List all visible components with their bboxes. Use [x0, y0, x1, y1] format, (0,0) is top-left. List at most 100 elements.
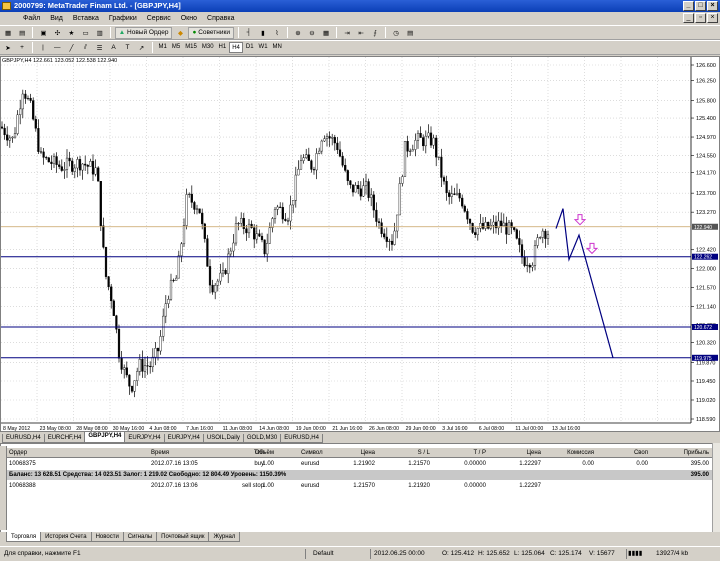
sell-arrow-icon[interactable] — [573, 214, 587, 226]
candle-body — [284, 218, 287, 221]
chart-tab[interactable]: EURJPY,H4 — [124, 434, 165, 443]
timeframe-d1[interactable]: D1 — [244, 42, 256, 53]
menu-item-6[interactable]: Справка — [202, 12, 239, 25]
templates-icon[interactable]: ▤ — [404, 27, 416, 39]
price-chart[interactable]: 126.600 126.250 125.800 125.400 124.970 124.5… — [0, 57, 719, 432]
timeframe-h4[interactable]: H4 — [229, 42, 243, 53]
cursor-icon[interactable]: ➤ — [2, 42, 14, 54]
candle-body — [128, 374, 131, 387]
menu-item-2[interactable]: Вставка — [68, 12, 104, 25]
candle-body — [151, 356, 154, 368]
chart-tab[interactable]: EURJPY,H4 — [163, 434, 204, 443]
timeframe-m1[interactable]: M1 — [157, 42, 169, 53]
timeframe-m15[interactable]: M15 — [183, 42, 199, 53]
price-tick-label: 124.170 — [696, 170, 716, 176]
table-cell: 1.00 — [262, 483, 274, 489]
candles-icon[interactable]: ▮ — [257, 27, 269, 39]
candle-body — [19, 108, 22, 116]
chart-tab[interactable]: EURCHF,H4 — [43, 434, 86, 443]
column-header: Своп — [633, 450, 648, 456]
vertical-line-icon[interactable]: | — [37, 42, 49, 54]
sell-arrow-icon[interactable] — [585, 242, 599, 255]
arrows-icon[interactable]: ↗ — [136, 42, 148, 54]
bar-chart-icon[interactable]: ┤ — [243, 27, 255, 39]
timeframe-mn[interactable]: MN — [271, 42, 284, 53]
metaeditor-icon[interactable]: ◆ — [174, 27, 186, 39]
candle-body — [476, 228, 479, 235]
label-icon[interactable]: T — [122, 42, 134, 54]
table-cell: 0.00 — [582, 461, 594, 467]
terminal-icon[interactable]: ▭ — [79, 27, 91, 39]
zoom-in-icon[interactable]: ⊕ — [292, 27, 304, 39]
market-watch-icon[interactable]: ▣ — [37, 27, 49, 39]
candle-body — [214, 285, 217, 293]
horizontal-line-icon[interactable]: — — [51, 42, 64, 54]
terminal-tab[interactable]: Почтовый ящик — [156, 532, 210, 542]
terminal-tab[interactable]: История Счета — [40, 532, 92, 542]
candle-body — [263, 239, 266, 255]
candle-body — [331, 137, 334, 139]
periods-icon[interactable]: ◷ — [390, 27, 402, 39]
indicators-icon[interactable]: ⨍ — [369, 27, 381, 39]
profiles-icon[interactable]: ▤ — [16, 27, 28, 39]
channel-icon[interactable]: ⫽ — [80, 42, 92, 54]
menu-item-4[interactable]: Сервис — [142, 12, 176, 25]
menu-item-1[interactable]: Вид — [45, 12, 68, 25]
new-chart-icon[interactable]: ▦ — [2, 27, 14, 39]
price-tick-label: 118.590 — [696, 417, 715, 423]
zoom-out-icon[interactable]: ⊖ — [306, 27, 318, 39]
terminal-tab[interactable]: Журнал — [208, 532, 241, 542]
crosshair-icon[interactable]: + — [16, 42, 28, 54]
terminal-tab[interactable]: Новости — [90, 532, 124, 542]
maximize-button[interactable]: □ — [695, 1, 706, 11]
tester-icon[interactable]: ▥ — [94, 27, 106, 39]
candle-body — [357, 185, 360, 189]
candle-body — [13, 133, 17, 138]
table-row[interactable]: ■100683882012.07.16 13:06sell stop1.00eu… — [1, 481, 713, 491]
title-bar: 2000799: MetaTrader Finam Ltd. - [GBPJPY… — [0, 0, 720, 12]
candle-body — [338, 149, 342, 157]
line-chart-icon[interactable]: ⌇ — [271, 27, 283, 39]
chart-tab[interactable]: USOIL,Daily — [202, 434, 244, 443]
advisors-button[interactable]: ● Советники — [188, 26, 234, 39]
candle-body — [42, 151, 45, 158]
candle-body — [169, 279, 173, 300]
new-order-button[interactable]: ▲ Новый Ордер — [114, 26, 173, 39]
child-restore-button[interactable]: ▫ — [695, 13, 706, 23]
candle-body — [453, 193, 456, 195]
terminal-tab[interactable]: Сигналы — [122, 532, 158, 542]
data-window-icon[interactable]: ✣ — [51, 27, 63, 39]
timeframe-h1[interactable]: H1 — [217, 42, 229, 53]
fibo-icon[interactable]: ☰ — [94, 42, 106, 54]
menu-item-3[interactable]: Графики — [104, 12, 142, 25]
child-close-button[interactable]: × — [707, 13, 718, 23]
timeframe-w1[interactable]: W1 — [257, 42, 270, 53]
close-button[interactable]: × — [707, 1, 718, 11]
candle-body — [523, 257, 526, 266]
chart-tab[interactable]: EURUSD,H4 — [2, 434, 45, 443]
chart-tab[interactable]: GBPJPY,H4 — [84, 432, 126, 443]
candle-body — [536, 237, 539, 246]
time-tick-label: 26 Jun 08:00 — [369, 426, 399, 431]
menu-item-0[interactable]: Файл — [18, 12, 45, 25]
chart-window[interactable]: 126.600 126.250 125.800 125.400 124.970 124.5… — [0, 56, 720, 432]
table-row[interactable]: ■100683752012.07.16 13:05buy1.00eurusd1.… — [1, 459, 713, 469]
trendline-icon[interactable]: ╱ — [66, 42, 78, 54]
timeframe-m30[interactable]: M30 — [200, 42, 216, 53]
tile-icon[interactable]: ▦ — [320, 27, 332, 39]
text-icon[interactable]: A — [108, 42, 120, 54]
menu-item-5[interactable]: Окно — [176, 12, 202, 25]
chart-tab[interactable]: GOLD,M30 — [242, 434, 282, 443]
terminal-scrollbar[interactable] — [712, 443, 720, 533]
chart-tab[interactable]: EURUSD,H4 — [280, 434, 323, 443]
autoscroll-icon[interactable]: ⇥ — [341, 27, 353, 39]
terminal-tab[interactable]: Торговля — [6, 532, 42, 542]
timeframe-m5[interactable]: M5 — [170, 42, 182, 53]
candle-body — [520, 244, 524, 258]
child-minimize-button[interactable]: _ — [683, 13, 694, 23]
chart-shift-icon[interactable]: ⇤ — [355, 27, 367, 39]
balance-row: Баланс: 13 628.51 Средства: 14 023.51 За… — [1, 470, 713, 480]
navigator-icon[interactable]: ★ — [65, 27, 77, 39]
minimize-button[interactable]: _ — [683, 1, 694, 11]
table-cell: 1.22297 — [519, 461, 541, 467]
